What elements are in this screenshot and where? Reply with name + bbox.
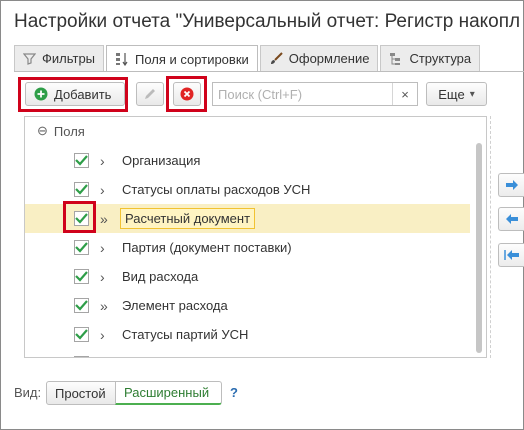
tree-item-label: Элемент расхода xyxy=(122,298,228,313)
arrow-right-icon xyxy=(505,180,518,190)
tree-item-label: Партия (документ поставки) xyxy=(122,240,292,255)
checkbox-partial[interactable] xyxy=(74,356,89,357)
edit-button[interactable] xyxy=(136,82,164,106)
check-icon xyxy=(75,300,88,311)
tab-appearance[interactable]: Оформление xyxy=(259,45,379,71)
scrollbar-thumb[interactable] xyxy=(476,143,482,353)
check-icon xyxy=(75,155,88,166)
collapse-icon[interactable]: ⊖ xyxy=(37,123,48,139)
tree-row-batch[interactable]: › Партия (документ поставки) xyxy=(25,233,470,262)
tree-item-label: Расчетный документ xyxy=(120,208,256,229)
clear-search-button[interactable]: × xyxy=(392,83,417,105)
arrow-left-icon xyxy=(505,214,518,224)
mode-simple-button[interactable]: Простой xyxy=(46,381,116,405)
move-left-button[interactable] xyxy=(498,207,524,231)
tab-filters-label: Фильтры xyxy=(42,51,96,66)
highlight-add xyxy=(18,77,128,112)
expand-arrow-icon[interactable]: › xyxy=(100,269,105,285)
filter-icon xyxy=(23,52,36,65)
fields-list-icon xyxy=(115,52,129,66)
expand-arrow-icon[interactable]: › xyxy=(100,182,105,198)
mode-extended-button[interactable]: Расширенный xyxy=(115,381,222,405)
help-link[interactable]: ? xyxy=(230,385,238,400)
tab-fields-sorting[interactable]: Поля и сортировки xyxy=(106,45,258,72)
window-title: Настройки отчета "Универсальный отчет: Р… xyxy=(14,11,520,32)
tree-root[interactable]: ⊖ Поля xyxy=(37,123,85,139)
tree-item-label: Статусы партий УСН xyxy=(122,327,249,342)
tab-divider xyxy=(14,71,524,72)
check-icon xyxy=(75,242,88,253)
checkbox-expense-element[interactable] xyxy=(74,298,89,313)
tree-root-label: Поля xyxy=(53,123,85,139)
tree-row-partial xyxy=(25,349,470,357)
checkbox-expense-type[interactable] xyxy=(74,269,89,284)
chevron-down-icon: ▾ xyxy=(469,88,475,100)
tab-filters[interactable]: Фильтры xyxy=(14,45,105,71)
brush-icon xyxy=(269,51,283,66)
tree-row-expense-element[interactable]: » Элемент расхода xyxy=(25,291,470,320)
vertical-scrollbar[interactable] xyxy=(476,125,482,353)
tree-item-label: Организация xyxy=(122,153,201,168)
tree-item-label: Вид расхода xyxy=(122,269,199,284)
tab-structure[interactable]: Структура xyxy=(380,45,481,71)
tab-structure-label: Структура xyxy=(409,51,472,66)
panel-divider xyxy=(490,116,491,358)
highlight-checkbox xyxy=(63,201,96,233)
double-chevron-icon[interactable]: › xyxy=(100,240,105,256)
checkbox-batch-status[interactable] xyxy=(74,327,89,342)
view-label: Вид: xyxy=(14,385,42,400)
search-input[interactable]: Поиск (Ctrl+F) × xyxy=(212,82,418,106)
more-button[interactable]: Еще ▾ xyxy=(426,82,487,106)
more-button-label: Еще xyxy=(438,86,465,102)
tab-bar: Фильтры Поля и сортировки Оформление Стр… xyxy=(14,45,482,72)
double-arrow-left-icon xyxy=(503,250,519,260)
fields-tree[interactable]: ⊖ Поля › Организация › Статусы оплаты ра… xyxy=(24,116,487,358)
check-icon xyxy=(75,329,88,340)
expand-arrow-icon[interactable]: › xyxy=(100,327,105,343)
pencil-icon xyxy=(143,87,157,101)
tree-row-payment-status[interactable]: › Статусы оплаты расходов УСН xyxy=(25,175,470,204)
tree-row-batch-status[interactable]: › Статусы партий УСН xyxy=(25,320,470,349)
checkbox-payment-status[interactable] xyxy=(74,182,89,197)
tree-item-label: Статусы оплаты расходов УСН xyxy=(122,182,311,197)
search-placeholder: Поиск (Ctrl+F) xyxy=(218,87,303,102)
checkbox-organization[interactable] xyxy=(74,153,89,168)
structure-icon xyxy=(389,52,403,66)
expand-arrow-icon[interactable]: › xyxy=(100,153,105,169)
tree-row-expense-type[interactable]: › Вид расхода xyxy=(25,262,470,291)
highlight-delete xyxy=(166,76,207,112)
check-icon xyxy=(75,271,88,282)
move-right-button[interactable] xyxy=(498,173,524,197)
tab-fields-sorting-label: Поля и сортировки xyxy=(135,51,249,67)
move-all-left-button[interactable] xyxy=(498,243,524,267)
double-chevron-icon[interactable]: » xyxy=(100,211,108,227)
tab-appearance-label: Оформление xyxy=(288,51,370,66)
double-chevron-icon[interactable]: » xyxy=(100,298,108,314)
check-icon xyxy=(75,184,88,195)
tree-row-organization[interactable]: › Организация xyxy=(25,146,470,175)
checkbox-batch[interactable] xyxy=(74,240,89,255)
